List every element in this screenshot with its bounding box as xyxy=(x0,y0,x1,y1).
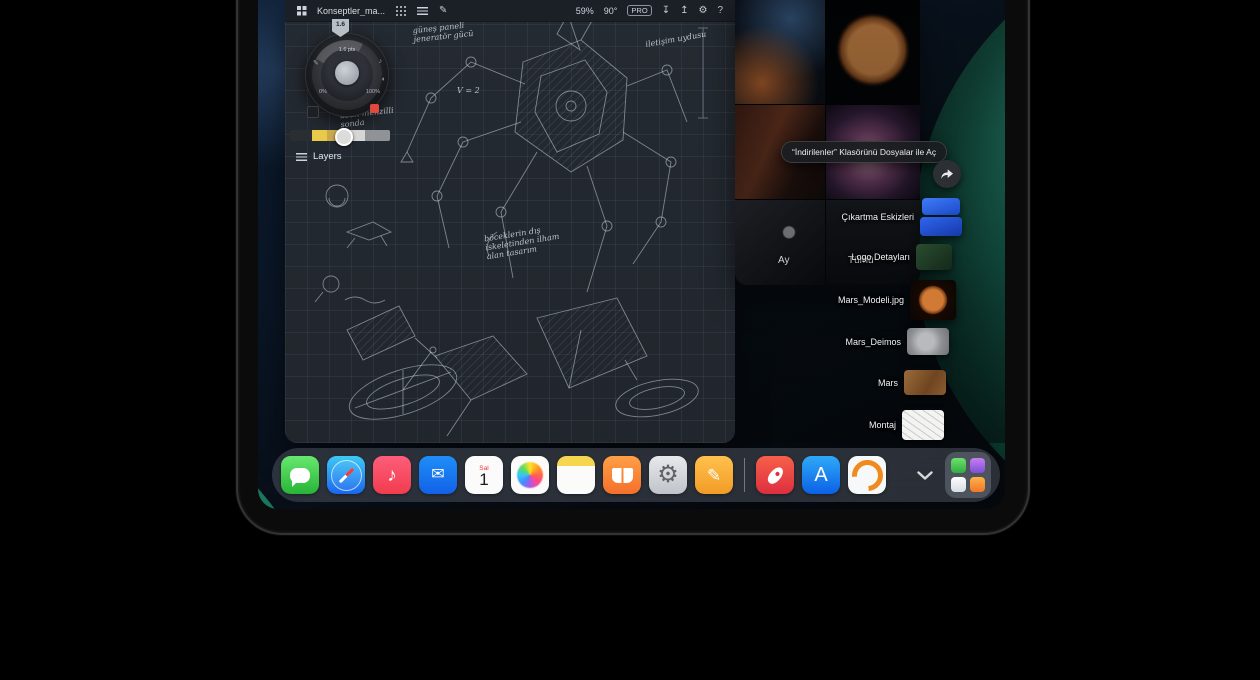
menu-icon[interactable] xyxy=(417,7,428,15)
swatch-yellow[interactable] xyxy=(312,130,327,141)
settings-app-icon[interactable]: ⚙ xyxy=(649,456,687,494)
compass-icon xyxy=(331,460,362,491)
drag-item-mars-deimos[interactable]: Mars_Deimos xyxy=(845,328,949,355)
album-label-moon[interactable]: Ay xyxy=(778,255,790,266)
notes-app-icon[interactable] xyxy=(557,456,595,494)
drag-item-stickers[interactable]: Çıkartma Eskizleri xyxy=(841,198,962,236)
brush-icon[interactable]: ✎ xyxy=(313,60,319,67)
gallery-grid-icon[interactable] xyxy=(297,6,306,15)
share-forward-icon xyxy=(939,166,955,182)
record-icon[interactable] xyxy=(370,104,379,113)
mars-model-thumbnail[interactable] xyxy=(910,280,956,320)
deimos-thumbnail[interactable] xyxy=(907,328,949,355)
annotation-velocity: V = 2 xyxy=(457,86,480,95)
drag-item-label: Montaj xyxy=(869,420,896,430)
drag-item-label: Mars xyxy=(878,378,898,388)
mars-thumbnail[interactable] xyxy=(904,370,946,395)
contrast-icon[interactable]: ◐ xyxy=(382,76,386,83)
clip-icon[interactable] xyxy=(307,106,319,118)
zoom-level[interactable]: 59% xyxy=(576,6,594,16)
ipad-screen: güneş paneli jeneratör gücü iletişim uyd… xyxy=(258,0,1005,509)
color-strip-handle[interactable] xyxy=(335,128,353,146)
drag-item-label: Logo Detayları xyxy=(851,252,910,262)
safari-app-icon[interactable] xyxy=(327,456,365,494)
sketch-pencil-app-icon[interactable]: ✎ xyxy=(695,456,733,494)
chevron-down-button[interactable] xyxy=(913,463,937,487)
share-export-icon[interactable]: ↥ xyxy=(680,6,688,16)
layers-icon xyxy=(296,153,307,161)
gear-icon: ⚙ xyxy=(657,463,679,487)
chevron-down-icon xyxy=(917,471,933,480)
app-store-icon[interactable]: A xyxy=(802,456,840,494)
mini-app-green xyxy=(951,458,966,473)
stage: güneş paneli jeneratör gücü iletişim uyd… xyxy=(0,0,1260,680)
open-downloads-tooltip[interactable]: “İndirilenler” Klasörünü Dosyalar ile Aç xyxy=(781,141,947,163)
precision-dots-icon[interactable] xyxy=(396,6,406,16)
pencil-icon: ✎ xyxy=(707,467,721,484)
logo-thumbnail[interactable] xyxy=(916,244,952,270)
pro-badge[interactable]: PRO xyxy=(627,5,651,17)
help-icon[interactable]: ? xyxy=(717,6,723,16)
sketch-app-window: güneş paneli jeneratör gücü iletişim uyd… xyxy=(285,0,735,443)
mail-app-icon[interactable]: ✉ xyxy=(419,456,457,494)
drag-item-montage[interactable]: Montaj xyxy=(869,410,944,440)
drag-item-label: Mars_Deimos xyxy=(845,337,901,347)
music-app-icon[interactable]: ♪ xyxy=(373,456,411,494)
settings-gear-icon[interactable]: ⚙ xyxy=(698,6,707,16)
appstore-a-icon: A xyxy=(814,465,827,485)
envelope-icon: ✉ xyxy=(431,467,444,483)
note-tool-icon[interactable]: ♪ xyxy=(379,58,383,65)
sticker-stack-thumbnail[interactable] xyxy=(920,198,962,236)
opacity-min-label: 0% xyxy=(319,89,327,95)
share-forward-button[interactable] xyxy=(933,160,961,188)
rocket-app-icon[interactable] xyxy=(756,456,794,494)
drag-item-label: Çıkartma Eskizleri xyxy=(841,212,914,222)
pen-tool-icon[interactable]: ✎ xyxy=(439,6,447,16)
drag-item-mars[interactable]: Mars xyxy=(878,370,946,395)
swatch-gray[interactable] xyxy=(365,130,390,141)
rotation-angle[interactable]: 90° xyxy=(604,6,618,16)
messages-app-icon[interactable] xyxy=(281,456,319,494)
brush-size-label: 1.6 pts xyxy=(306,47,388,53)
flower-icon xyxy=(517,462,543,488)
drag-item-mars-model[interactable]: Mars_Modeli.jpg xyxy=(838,280,956,320)
download-icon[interactable]: ↧ xyxy=(662,6,670,16)
photos-app-icon[interactable] xyxy=(511,456,549,494)
rocket-icon xyxy=(765,464,786,486)
books-app-icon[interactable] xyxy=(603,456,641,494)
document-title[interactable]: Konseptler_ma... xyxy=(317,6,385,16)
drag-item-label: Mars_Modeli.jpg xyxy=(838,295,904,305)
layers-label: Layers xyxy=(313,151,342,162)
mini-app-orange xyxy=(970,477,985,492)
tool-wheel-knob[interactable] xyxy=(335,61,359,85)
layers-button[interactable]: Layers xyxy=(296,151,342,162)
open-book-icon xyxy=(612,468,633,483)
chat-bubble-icon xyxy=(290,468,310,483)
ring-icon xyxy=(848,456,886,494)
drag-item-logo[interactable]: Logo Detayları xyxy=(851,244,952,270)
orange-ring-app-icon[interactable] xyxy=(848,456,886,494)
music-note-icon: ♪ xyxy=(387,466,397,485)
dock: ♪ ✉ Sal 1 ⚙ ✎ A xyxy=(272,448,1000,502)
dock-divider xyxy=(744,458,745,492)
mini-app-purple xyxy=(970,458,985,473)
calendar-app-icon[interactable]: Sal 1 xyxy=(465,456,503,494)
app-library-icon[interactable] xyxy=(945,452,991,498)
montage-thumbnail[interactable] xyxy=(902,410,944,440)
calendar-day: 1 xyxy=(479,472,488,488)
sketch-toolbar: Konseptler_ma... ✎ 59% 90° PRO ↧ ↥ ⚙ ? xyxy=(285,0,735,22)
swatch-dark[interactable] xyxy=(290,130,312,141)
opacity-max-label: 100% xyxy=(366,89,380,95)
mini-app-white xyxy=(951,477,966,492)
